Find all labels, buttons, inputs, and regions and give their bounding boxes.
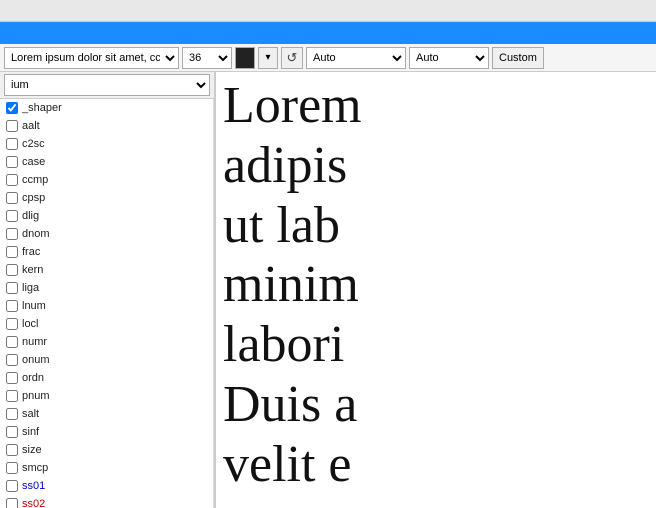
preview-line: velit e (223, 435, 648, 495)
feature-checkbox-liga[interactable] (6, 282, 18, 294)
feature-label-ordn: ordn (22, 372, 44, 384)
feature-checkbox-size[interactable] (6, 444, 18, 456)
feature-label-numr: numr (22, 336, 47, 348)
left-panel-header: ium (0, 72, 214, 99)
auto-select-2[interactable]: Auto (409, 47, 489, 69)
font-name-select[interactable]: Lorem ipsum dolor sit amet, cc (4, 47, 179, 69)
feature-item-case[interactable]: case (0, 153, 213, 171)
feature-label-salt: salt (22, 408, 39, 420)
feature-checkbox-kern[interactable] (6, 264, 18, 276)
feature-item-lnum[interactable]: lnum (0, 297, 213, 315)
feature-checkbox-locl[interactable] (6, 318, 18, 330)
feature-checkbox-frac[interactable] (6, 246, 18, 258)
feature-checkbox-cpsp[interactable] (6, 192, 18, 204)
feature-item-_shaper[interactable]: _shaper (0, 99, 213, 117)
preview-line: ut lab (223, 196, 648, 256)
feature-label-smcp: smcp (22, 462, 48, 474)
feature-checkbox-pnum[interactable] (6, 390, 18, 402)
main-content: ium _shaperaalt c2sc case ccmp cpsp dlig dnom f… (0, 72, 656, 508)
feature-checkbox-dlig[interactable] (6, 210, 18, 222)
feature-label-ss02: ss02 (22, 498, 45, 508)
right-preview: Loremadipisut labminimlaboriDuis avelit … (215, 72, 656, 508)
feature-item-aalt[interactable]: aalt (0, 117, 213, 135)
feature-checkbox-c2sc[interactable] (6, 138, 18, 150)
feature-label-c2sc: c2sc (22, 138, 45, 150)
feature-item-liga[interactable]: liga (0, 279, 213, 297)
feature-item-ss01[interactable]: ss01 (0, 477, 213, 495)
refresh-button[interactable]: ↺ (281, 47, 303, 69)
feature-checkbox-onum[interactable] (6, 354, 18, 366)
preview-line: adipis (223, 136, 648, 196)
feature-item-c2sc[interactable]: c2sc (0, 135, 213, 153)
feature-label-locl: locl (22, 318, 39, 330)
feature-item-dnom[interactable]: dnom (0, 225, 213, 243)
feature-label-_shaper: _shaper (22, 102, 62, 114)
feature-item-salt[interactable]: salt (0, 405, 213, 423)
feature-checkbox-ccmp[interactable] (6, 174, 18, 186)
feature-label-aalt: aalt (22, 120, 40, 132)
feature-label-lnum: lnum (22, 300, 46, 312)
feature-label-size: size (22, 444, 42, 456)
feature-list: _shaperaalt c2sc case ccmp cpsp dlig dnom frac k… (0, 99, 214, 508)
preview-line: minim (223, 255, 648, 315)
feature-checkbox-_shaper[interactable] (6, 102, 18, 114)
feature-label-ss01: ss01 (22, 480, 45, 492)
feature-checkbox-aalt[interactable] (6, 120, 18, 132)
feature-checkbox-ss01[interactable] (6, 480, 18, 492)
left-panel: ium _shaperaalt c2sc case ccmp cpsp dlig dnom f… (0, 72, 215, 508)
feature-item-smcp[interactable]: smcp (0, 459, 213, 477)
feature-label-onum: onum (22, 354, 50, 366)
feature-item-cpsp[interactable]: cpsp (0, 189, 213, 207)
feature-checkbox-case[interactable] (6, 156, 18, 168)
custom-button[interactable]: Custom (492, 47, 544, 69)
auto-select-1[interactable]: Auto (306, 47, 406, 69)
feature-checkbox-lnum[interactable] (6, 300, 18, 312)
preview-text: Loremadipisut labminimlaboriDuis avelit … (223, 76, 648, 495)
feature-label-dlig: dlig (22, 210, 39, 222)
feature-checkbox-numr[interactable] (6, 336, 18, 348)
feature-item-pnum[interactable]: pnum (0, 387, 213, 405)
feature-label-liga: liga (22, 282, 39, 294)
feature-item-numr[interactable]: numr (0, 333, 213, 351)
toolbar: Lorem ipsum dolor sit amet, cc 36 ▾ ↺ Au… (0, 44, 656, 72)
feature-label-dnom: dnom (22, 228, 50, 240)
feature-label-cpsp: cpsp (22, 192, 45, 204)
feature-item-sinf[interactable]: sinf (0, 423, 213, 441)
feature-checkbox-smcp[interactable] (6, 462, 18, 474)
feature-item-dlig[interactable]: dlig (0, 207, 213, 225)
feature-item-onum[interactable]: onum (0, 351, 213, 369)
feature-item-locl[interactable]: locl (0, 315, 213, 333)
feature-label-case: case (22, 156, 45, 168)
feature-label-ccmp: ccmp (22, 174, 48, 186)
title-bar (0, 22, 656, 44)
feature-item-frac[interactable]: frac (0, 243, 213, 261)
feature-checkbox-salt[interactable] (6, 408, 18, 420)
extra-option-button[interactable]: ▾ (258, 47, 278, 69)
feature-checkbox-ss02[interactable] (6, 498, 18, 508)
feature-label-kern: kern (22, 264, 43, 276)
font-size-select[interactable]: 36 (182, 47, 232, 69)
header-bar (0, 0, 656, 22)
color-button[interactable] (235, 47, 255, 69)
preview-line: Lorem (223, 76, 648, 136)
feature-checkbox-ordn[interactable] (6, 372, 18, 384)
feature-label-frac: frac (22, 246, 40, 258)
feature-checkbox-sinf[interactable] (6, 426, 18, 438)
feature-item-size[interactable]: size (0, 441, 213, 459)
feature-item-ordn[interactable]: ordn (0, 369, 213, 387)
feature-label-sinf: sinf (22, 426, 39, 438)
feature-item-kern[interactable]: kern (0, 261, 213, 279)
preview-line: labori (223, 315, 648, 375)
feature-item-ss02[interactable]: ss02 (0, 495, 213, 508)
feature-label-pnum: pnum (22, 390, 50, 402)
panel-dropdown[interactable]: ium (4, 74, 210, 96)
preview-line: Duis a (223, 375, 648, 435)
feature-item-ccmp[interactable]: ccmp (0, 171, 213, 189)
feature-checkbox-dnom[interactable] (6, 228, 18, 240)
